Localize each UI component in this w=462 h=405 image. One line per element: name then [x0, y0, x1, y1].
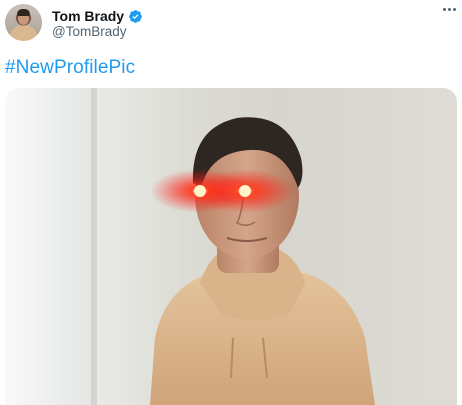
avatar[interactable] [5, 4, 42, 41]
verified-badge-icon [129, 9, 142, 23]
author-handle[interactable]: @TomBrady [52, 24, 126, 39]
photo-portrait [5, 88, 375, 405]
author-display-name[interactable]: Tom Brady [52, 8, 124, 24]
tweet-hashtag-link[interactable]: #NewProfilePic [5, 57, 135, 79]
author-name-row: Tom Brady [52, 7, 143, 25]
tweet-photo[interactable] [5, 88, 457, 405]
avatar-hair [17, 9, 30, 16]
more-options-icon[interactable] [442, 5, 458, 15]
tweet-card: Tom Brady @TomBrady #NewProfilePic [0, 0, 462, 405]
